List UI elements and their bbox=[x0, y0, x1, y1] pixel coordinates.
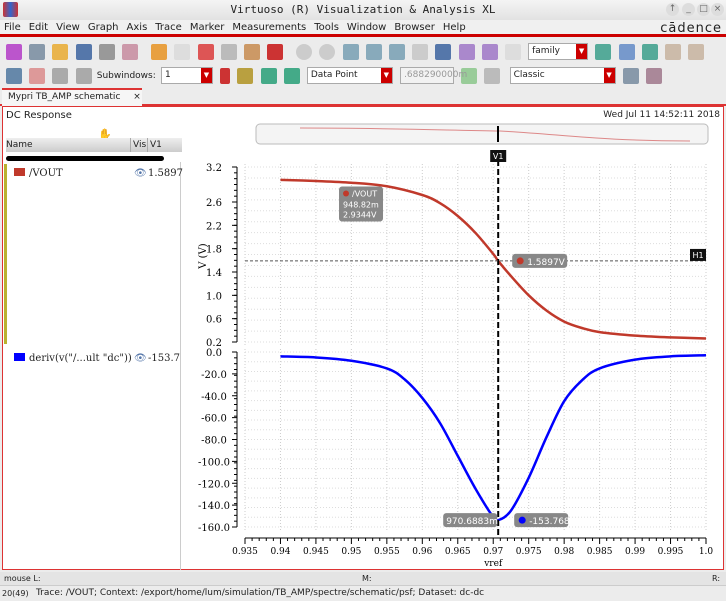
x-tick-label: 0.995 bbox=[658, 547, 684, 557]
mouse-left: mouse L: bbox=[4, 574, 41, 583]
y-tick-label: 2.6 bbox=[206, 198, 222, 209]
mouse-right: R: bbox=[712, 574, 721, 583]
x-tick-label: 0.94 bbox=[270, 547, 290, 557]
y-tick-label: 0.0 bbox=[206, 348, 222, 359]
x-tick-label: 0.955 bbox=[374, 547, 400, 557]
mouse-middle: M: bbox=[362, 574, 372, 583]
x-tick-label: 0.985 bbox=[587, 547, 613, 557]
overview-slider bbox=[255, 123, 709, 145]
y-tick-label: -40.0 bbox=[201, 392, 227, 403]
trace-info: Trace: /VOUT; Context: /export/home/lum/… bbox=[36, 588, 485, 598]
h1-readout-dot bbox=[516, 257, 524, 265]
y-tick-label: 2.2 bbox=[206, 221, 222, 232]
y-axis-label: V (V) bbox=[198, 243, 209, 270]
mouse-status-bar: mouse L: M: R: bbox=[0, 572, 726, 585]
status-bar: 20(49) Trace: /VOUT; Context: /export/ho… bbox=[0, 585, 726, 600]
y-tick-label: -120.0 bbox=[198, 479, 230, 490]
deriv-y-dot bbox=[518, 516, 526, 524]
x-tick-label: 0.975 bbox=[516, 547, 542, 557]
x-tick-label: 0.99 bbox=[625, 547, 645, 557]
plot-area[interactable]: 3.22.62.21.81.41.00.60.20.0-20.0-40.0-60… bbox=[0, 0, 726, 572]
y-tick-label: 3.2 bbox=[206, 163, 222, 174]
point-marker-trace: /VOUT bbox=[352, 189, 377, 198]
y-tick-label: -60.0 bbox=[201, 414, 227, 425]
x-tick-label: 0.935 bbox=[232, 547, 258, 557]
y-tick-label: -160.0 bbox=[198, 523, 230, 534]
y-tick-label: -20.0 bbox=[201, 370, 227, 381]
y-tick-label: 1.0 bbox=[206, 291, 222, 302]
x-tick-label: 0.965 bbox=[445, 547, 471, 557]
y-tick-label: 0.6 bbox=[206, 315, 222, 326]
x-tick-label: 0.96 bbox=[412, 547, 432, 557]
h1-label: H1 bbox=[692, 251, 703, 260]
x-axis-label: vref bbox=[483, 559, 503, 569]
history-count: 20(49) bbox=[2, 589, 29, 598]
y-tick-label: -100.0 bbox=[198, 457, 230, 468]
x-tick-label: 1.0 bbox=[699, 547, 714, 557]
x-tick-label: 0.95 bbox=[341, 547, 361, 557]
point-marker-x: 948.82m bbox=[343, 200, 379, 209]
deriv-y-readout: -153.768 bbox=[529, 517, 570, 527]
v1-label: V1 bbox=[493, 152, 504, 161]
x-tick-label: 0.945 bbox=[303, 547, 329, 557]
point-marker-y: 2.9344V bbox=[343, 210, 377, 219]
h1-readout: 1.5897V bbox=[527, 258, 565, 268]
x-tick-label: 0.98 bbox=[554, 547, 574, 557]
point-marker-dot bbox=[343, 190, 350, 197]
deriv-x-readout: 970.6883m bbox=[446, 517, 498, 527]
x-tick-label: 0.97 bbox=[483, 547, 503, 557]
y-tick-label: -140.0 bbox=[198, 501, 230, 512]
y-tick-label: -80.0 bbox=[201, 436, 227, 447]
